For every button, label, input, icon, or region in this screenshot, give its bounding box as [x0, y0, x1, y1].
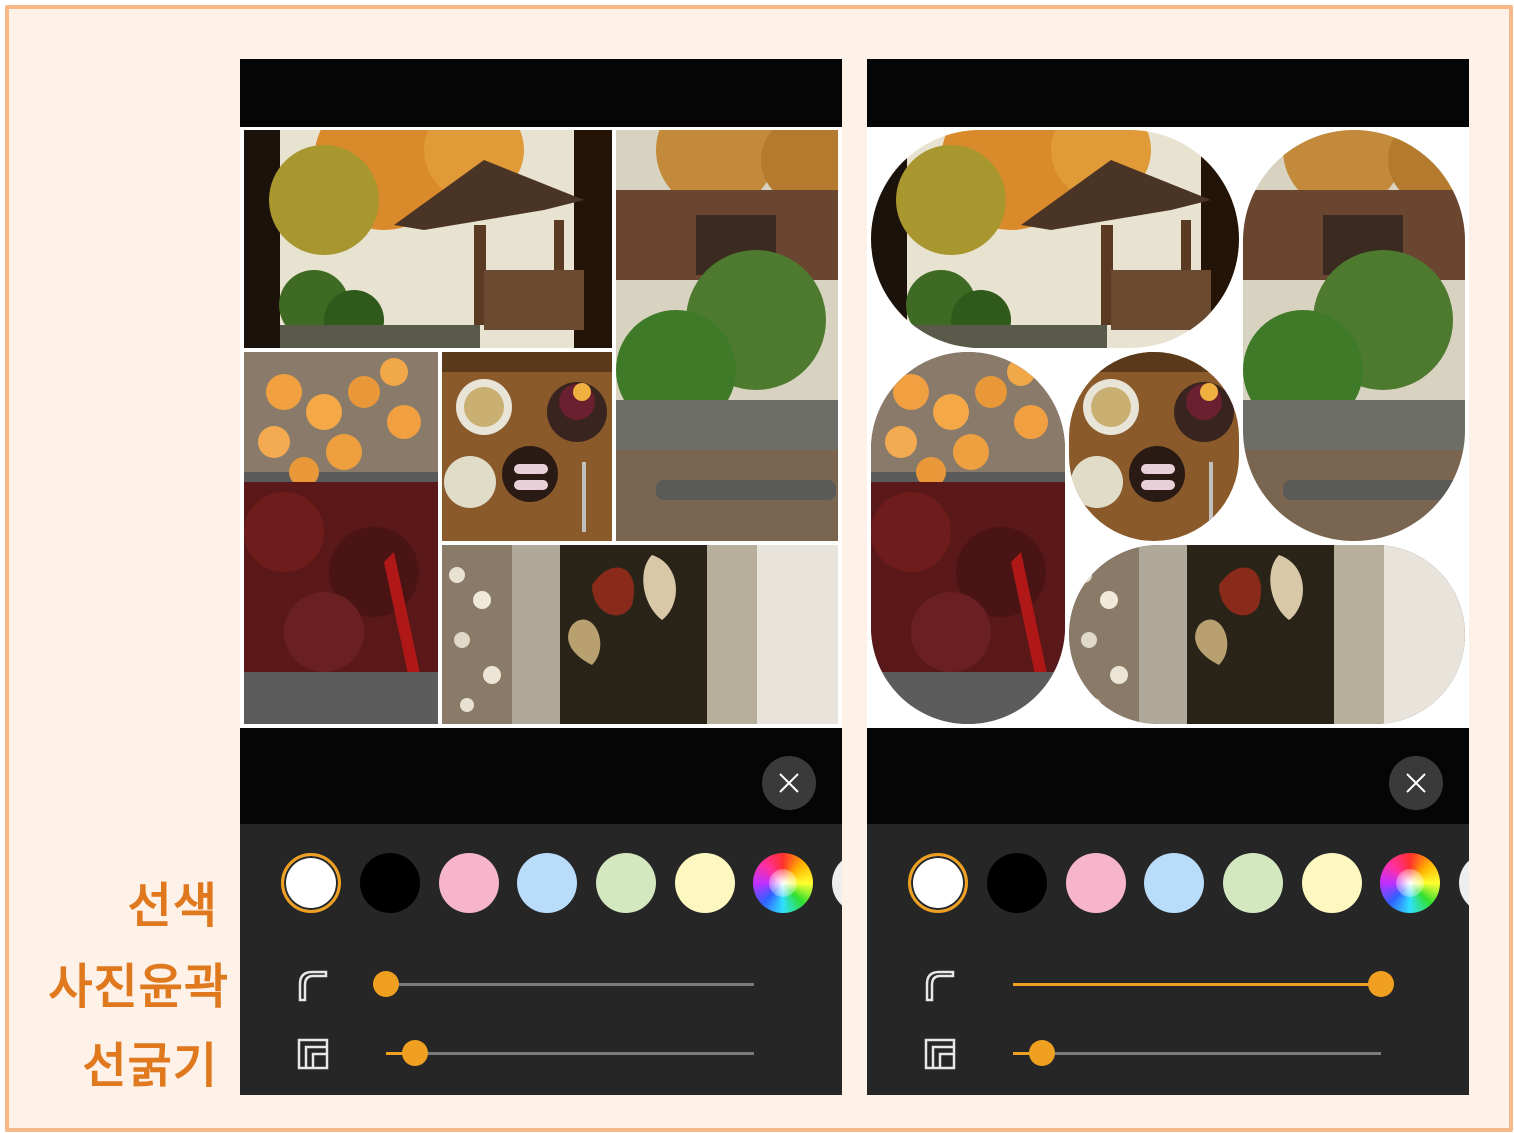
color-swatches	[281, 853, 842, 915]
dried-persimmon-jujube-photo[interactable]	[244, 352, 438, 724]
corner-radius-icon	[925, 970, 955, 1002]
border-width-icon	[924, 1038, 956, 1070]
editor-screen-rounded	[867, 59, 1469, 1095]
tea-patbingsu-photo[interactable]	[1069, 352, 1239, 541]
swatch-light-yellow[interactable]	[1302, 853, 1362, 913]
swatch-color-wheel[interactable]	[753, 853, 813, 913]
swatch-white[interactable]	[908, 853, 968, 913]
top-bar	[240, 59, 842, 127]
style-panel	[867, 824, 1469, 1095]
swatch-light-green[interactable]	[1223, 853, 1283, 913]
close-bar	[867, 728, 1469, 824]
top-bar	[867, 59, 1469, 127]
label-photo-outline: 사진윤곽	[48, 959, 229, 1015]
editor-screen-square	[240, 59, 842, 1095]
corner-slider-row	[240, 964, 842, 1004]
corner-radius-icon	[298, 970, 328, 1002]
stones-leaves-photo[interactable]	[1069, 545, 1465, 724]
swatch-black[interactable]	[360, 853, 420, 913]
swatch-black[interactable]	[987, 853, 1047, 913]
style-panel	[240, 824, 842, 1095]
photo-collage	[240, 127, 842, 728]
corner-slider[interactable]	[1013, 971, 1394, 997]
close-bar	[240, 728, 842, 824]
house-garden-photo[interactable]	[1243, 130, 1465, 541]
corner-slider[interactable]	[373, 971, 754, 997]
corner-slider-fill	[1013, 983, 1381, 986]
photo-collage	[867, 127, 1469, 728]
border-slider[interactable]	[386, 1040, 754, 1066]
dried-persimmon-jujube-photo[interactable]	[871, 352, 1065, 724]
swatch-color-wheel[interactable]	[1380, 853, 1440, 913]
swatch-light-blue[interactable]	[1144, 853, 1204, 913]
close-icon	[1406, 773, 1426, 793]
border-slider-knob[interactable]	[402, 1040, 428, 1066]
label-line-color: 선색	[127, 878, 218, 934]
swatch-more[interactable]	[832, 853, 842, 913]
border-width-icon	[297, 1038, 329, 1070]
corner-slider-knob[interactable]	[373, 971, 399, 997]
pavilion-garden-photo[interactable]	[871, 130, 1239, 348]
swatch-light-yellow[interactable]	[675, 853, 735, 913]
border-slider-knob[interactable]	[1029, 1040, 1055, 1066]
border-slider-row	[867, 1033, 1469, 1073]
corner-slider-row	[867, 964, 1469, 1004]
swatch-light-green[interactable]	[596, 853, 656, 913]
house-garden-photo[interactable]	[616, 130, 838, 541]
swatch-more[interactable]	[1459, 853, 1469, 913]
border-slider-row	[240, 1033, 842, 1073]
label-line-thickness: 선굵기	[82, 1038, 218, 1094]
swatch-light-blue[interactable]	[517, 853, 577, 913]
stones-leaves-photo[interactable]	[442, 545, 838, 724]
close-icon	[779, 773, 799, 793]
swatch-pink[interactable]	[1066, 853, 1126, 913]
close-button[interactable]	[1389, 756, 1443, 810]
border-slider[interactable]	[1013, 1040, 1381, 1066]
corner-slider-knob[interactable]	[1368, 971, 1394, 997]
tea-patbingsu-photo[interactable]	[442, 352, 612, 541]
swatch-pink[interactable]	[439, 853, 499, 913]
swatch-white[interactable]	[281, 853, 341, 913]
pavilion-garden-photo[interactable]	[244, 130, 612, 348]
close-button[interactable]	[762, 756, 816, 810]
color-swatches	[908, 853, 1469, 915]
